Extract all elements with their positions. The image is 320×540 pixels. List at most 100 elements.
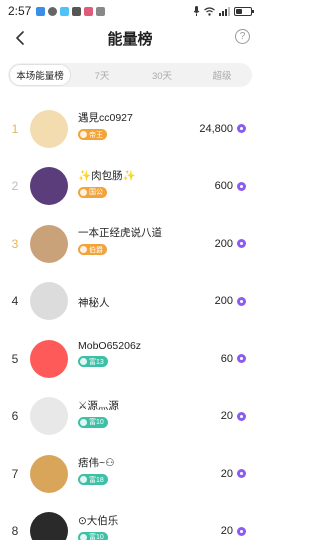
badge-label: 国公 [89, 189, 103, 196]
title-bar: 能量榜 ? [0, 24, 260, 52]
user-name: ✨肉包肠✨ [78, 169, 136, 182]
score-block: 600 [215, 180, 246, 192]
user-name: ⚔源灬源 [78, 399, 119, 412]
energy-score: 20 [220, 525, 233, 538]
level-badge: 富10 [78, 416, 108, 428]
badge-icon [80, 476, 87, 483]
back-button[interactable] [10, 28, 30, 48]
avatar[interactable] [30, 454, 68, 493]
avatar[interactable] [30, 224, 68, 263]
tab-current-session[interactable]: 本场能量榜 [9, 64, 71, 86]
level-badge: 富13 [78, 356, 108, 367]
energy-icon [237, 526, 246, 536]
energy-score: 20 [220, 467, 233, 480]
user-info: 一本正经虎说八道伯爵 [78, 225, 162, 258]
status-bar: 2:57 [0, 0, 260, 22]
ranking-row[interactable]: 3 一本正经虎说八道伯爵 200 [0, 215, 260, 273]
energy-icon [237, 181, 246, 191]
energy-score: 600 [214, 180, 233, 193]
energy-icon [237, 124, 246, 134]
period-tabs: 本场能量榜 7天 30天 超级 [8, 63, 252, 87]
level-badge: 国公 [78, 186, 107, 198]
user-info: ⚔源灬源富10 [78, 398, 119, 431]
user-name: 遇見cc0927 [78, 112, 133, 124]
badge-icon [80, 533, 87, 540]
ranking-row[interactable]: 8 ⊙大伯乐富10 20 [0, 503, 260, 540]
score-block: 200 [215, 295, 246, 307]
app-icon [60, 6, 70, 16]
user-info: MobO65206z 富13 [78, 340, 141, 370]
level-badge: 富10 [78, 531, 108, 540]
badge-label: 帝王 [89, 131, 103, 139]
rank-number: 2 [11, 179, 19, 194]
rank-number: 3 [11, 236, 19, 251]
badge-icon [80, 188, 87, 196]
user-info: ✨肉包肠✨ 国公 [78, 168, 136, 201]
signal-icon [219, 6, 230, 16]
tab-super[interactable]: 超级 [192, 63, 252, 87]
badge-icon [80, 358, 87, 365]
badge-label: 富13 [89, 358, 104, 366]
notification-app-icon [36, 6, 46, 16]
user-info: 痞伟~⚇ 富18 [78, 455, 115, 488]
message-icon [72, 6, 82, 16]
energy-score: 20 [220, 410, 233, 423]
score-block: 20 [221, 410, 246, 422]
rank-number: 8 [11, 524, 19, 539]
score-block: 20 [221, 468, 246, 480]
user-info: 遇見cc0927 帝王 [78, 110, 133, 143]
avatar[interactable] [30, 109, 68, 148]
chevron-left-icon [16, 31, 24, 45]
level-badge: 伯爵 [78, 244, 107, 255]
score-block: 200 [215, 238, 246, 250]
rank-number: 4 [11, 294, 19, 309]
badge-label: 富18 [89, 476, 104, 484]
tab-7-days[interactable]: 7天 [72, 63, 132, 87]
ranking-row[interactable]: 2 ✨肉包肠✨ 国公 600 [0, 158, 260, 216]
score-block: 24,800 [199, 123, 246, 135]
help-button[interactable]: ? [235, 29, 250, 44]
user-info: 神秘人 [78, 295, 110, 310]
badge-label: 富10 [89, 534, 104, 540]
ranking-row[interactable]: 1 遇見cc0927 帝王 24,800 [0, 100, 260, 158]
avatar[interactable] [30, 339, 68, 378]
energy-icon [237, 469, 246, 479]
rank-number: 6 [11, 409, 19, 424]
ranking-list: 1 遇見cc0927 帝王 24,800 2 ✨肉包肠✨ 国公 600 3 一本正经虎说八道伯爵 2… [0, 100, 260, 540]
microphone-icon [193, 6, 200, 16]
user-name: ⊙大伯乐 [78, 514, 119, 527]
user-name: 痞伟~⚇ [78, 457, 115, 469]
ranking-row[interactable]: 4 神秘人 200 [0, 273, 260, 331]
badge-icon [80, 418, 87, 426]
page-title: 能量榜 [107, 30, 153, 48]
avatar[interactable] [30, 397, 68, 436]
question-mark-icon: ? [239, 31, 246, 42]
settings-icon [48, 6, 58, 16]
badge-label: 伯爵 [89, 246, 103, 254]
energy-icon [237, 296, 246, 306]
energy-icon [237, 411, 246, 421]
avatar[interactable] [30, 282, 68, 321]
ranking-row[interactable]: 6 ⚔源灬源富10 20 [0, 388, 260, 446]
badge-icon [80, 246, 87, 253]
rank-number: 7 [11, 466, 19, 481]
ranking-row[interactable]: 5 MobO65206z 富13 60 [0, 330, 260, 388]
tab-30-days[interactable]: 30天 [132, 63, 192, 87]
status-time: 2:57 [8, 4, 32, 18]
badge-label: 富10 [89, 419, 104, 426]
user-name: 一本正经虎说八道 [78, 227, 162, 239]
mail-icon [84, 6, 94, 16]
energy-score: 200 [214, 237, 233, 250]
avatar[interactable] [30, 512, 68, 540]
user-name: MobO65206z [78, 340, 142, 352]
notification-icon [96, 6, 106, 16]
avatar[interactable] [30, 167, 68, 206]
score-block: 60 [221, 353, 246, 365]
user-name: 神秘人 [78, 296, 110, 309]
ranking-row[interactable]: 7 痞伟~⚇ 富18 20 [0, 445, 260, 503]
score-block: 20 [221, 525, 246, 537]
rank-number: 1 [11, 121, 19, 136]
energy-score: 24,800 [199, 122, 233, 135]
level-badge: 富18 [78, 474, 108, 485]
battery-icon [234, 6, 254, 16]
